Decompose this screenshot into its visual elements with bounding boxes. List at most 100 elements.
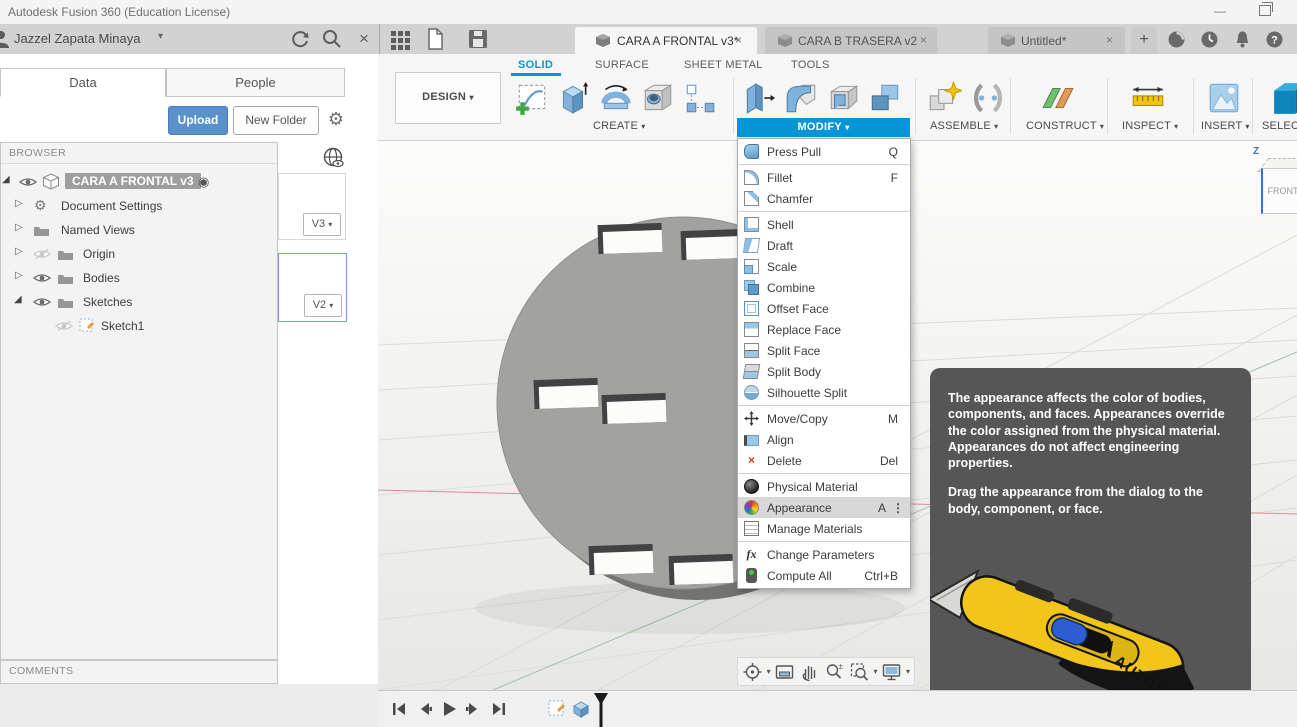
group-label-select[interactable]: SELECT ▾	[1262, 120, 1297, 132]
file-card-selected[interactable]: V2 ▾	[278, 253, 347, 322]
app-grid-icon[interactable]	[388, 27, 412, 51]
restore-button[interactable]	[1259, 2, 1273, 16]
menu-item-physical-material[interactable]: Physical Material	[738, 476, 910, 497]
close-search-icon[interactable]: ×	[352, 27, 376, 51]
revolve-icon[interactable]	[598, 80, 634, 116]
tree-expanded-icon[interactable]: ◢	[2, 174, 10, 185]
close-tab-icon[interactable]: ×	[920, 33, 927, 47]
eye-visible-icon[interactable]	[19, 176, 37, 188]
menu-item-manage-materials[interactable]: Manage Materials	[738, 518, 910, 539]
combine-large-icon[interactable]	[867, 80, 903, 116]
menu-item-scale[interactable]: Scale	[738, 256, 910, 277]
insert-image-icon[interactable]	[1206, 80, 1242, 116]
menu-item-combine[interactable]: Combine	[738, 277, 910, 298]
ribbon-tab-surface[interactable]: SURFACE	[595, 59, 649, 71]
data-settings-gear-icon[interactable]: ⚙	[324, 106, 348, 132]
display-settings-icon[interactable]	[881, 662, 902, 682]
zoom-window-icon[interactable]	[849, 662, 870, 682]
timeline-step-forward-icon[interactable]	[464, 700, 482, 718]
group-label-assemble[interactable]: ASSEMBLE ▾	[930, 120, 998, 132]
extrude-icon[interactable]	[556, 80, 592, 116]
group-header-modify[interactable]: MODIFY ▾	[737, 118, 910, 137]
viewcube-front-face[interactable]: FRONT	[1261, 168, 1297, 214]
search-icon[interactable]	[320, 27, 344, 51]
fillet-large-icon[interactable]	[783, 80, 819, 116]
eye-visible-icon[interactable]	[33, 296, 51, 308]
job-status-clock-icon[interactable]	[1200, 30, 1219, 49]
menu-item-replace-face[interactable]: Replace Face	[738, 319, 910, 340]
menu-item-shell[interactable]: Shell	[738, 214, 910, 235]
zoom-icon[interactable]: ±	[824, 662, 845, 682]
group-label-create[interactable]: CREATE ▾	[593, 120, 646, 132]
close-tab-icon[interactable]: ×	[735, 33, 742, 47]
menu-item-draft[interactable]: Draft	[738, 235, 910, 256]
browser-row-bodies[interactable]: ▷ Bodies	[1, 266, 277, 290]
user-menu[interactable]: Jazzel Zapata Minaya	[14, 31, 140, 46]
zoom-window-chevron-icon[interactable]: ▾	[873, 667, 877, 676]
workspace-selector[interactable]: DESIGN ▾	[395, 72, 501, 124]
activate-component-icon[interactable]: ◉	[198, 174, 209, 190]
browser-row-document-settings[interactable]: ▷ ⚙ Document Settings	[1, 194, 277, 218]
menu-item-offset-face[interactable]: Offset Face	[738, 298, 910, 319]
group-label-construct[interactable]: CONSTRUCT ▾	[1026, 120, 1104, 132]
file-card[interactable]: V3 ▾	[278, 173, 346, 240]
ribbon-tab-tools[interactable]: TOOLS	[791, 59, 830, 71]
document-tab-cara-a-frontal[interactable]: CARA A FRONTAL v3* ×	[575, 27, 757, 54]
overflow-menu-icon[interactable]: ⋮	[892, 501, 904, 515]
timeline-play-icon[interactable]	[440, 700, 458, 718]
construct-plane-icon[interactable]	[1040, 80, 1076, 116]
notifications-bell-icon[interactable]	[1233, 30, 1252, 49]
comments-header[interactable]: COMMENTS	[1, 661, 277, 681]
save-icon[interactable]	[466, 27, 490, 51]
timeline-skip-end-icon[interactable]	[490, 700, 508, 718]
select-icon[interactable]	[1272, 80, 1297, 116]
upload-button[interactable]: Upload	[168, 106, 228, 135]
ribbon-tab-sheet-metal[interactable]: SHEET METAL	[684, 59, 763, 71]
view-cube[interactable]: Z FRONT	[1253, 146, 1297, 218]
menu-item-chamfer[interactable]: Chamfer	[738, 188, 910, 209]
menu-item-press-pull[interactable]: Press Pull Q	[738, 141, 910, 162]
user-chevron-icon[interactable]: ▾	[158, 31, 163, 42]
pattern-icon[interactable]	[682, 80, 718, 116]
new-tab-button[interactable]: +	[1131, 27, 1157, 54]
eye-visible-icon[interactable]	[33, 272, 51, 284]
menu-item-change-parameters[interactable]: fx Change Parameters	[738, 544, 910, 565]
extensions-icon[interactable]	[1167, 30, 1186, 49]
document-tab-untitled[interactable]: Untitled* ×	[988, 27, 1125, 54]
menu-item-fillet[interactable]: Fillet F	[738, 167, 910, 188]
shell-large-icon[interactable]	[825, 80, 861, 116]
browser-row-origin[interactable]: ▷ Origin	[1, 242, 277, 266]
measure-icon[interactable]	[1130, 80, 1166, 116]
browser-row-sketches[interactable]: ◢ Sketches	[1, 290, 277, 314]
tree-collapsed-icon[interactable]: ▷	[15, 198, 23, 209]
menu-item-compute-all[interactable]: Compute All Ctrl+B	[738, 565, 910, 586]
help-icon[interactable]: ?	[1265, 30, 1284, 49]
minimize-button[interactable]: —	[1205, 4, 1235, 20]
create-sketch-icon[interactable]	[514, 80, 550, 116]
eye-hidden-icon[interactable]	[33, 248, 51, 260]
browser-root-label[interactable]: CARA A FRONTAL v3	[65, 173, 201, 189]
project-visibility-globe-icon[interactable]	[322, 146, 346, 170]
orbit-chevron-icon[interactable]: ▾	[767, 667, 771, 676]
ribbon-tab-solid[interactable]: SOLID	[518, 59, 553, 71]
version-dropdown[interactable]: V3 ▾	[303, 213, 341, 236]
menu-item-appearance[interactable]: Appearance A ⋮	[738, 497, 910, 518]
menu-item-silhouette-split[interactable]: Silhouette Split	[738, 382, 910, 403]
menu-item-move-copy[interactable]: Move/Copy M	[738, 408, 910, 429]
document-tab-cara-b-trasera[interactable]: CARA B TRASERA v2 ×	[765, 27, 937, 54]
hole-icon[interactable]	[640, 80, 676, 116]
tab-data[interactable]: Data	[0, 68, 166, 97]
browser-header[interactable]: BROWSER	[1, 143, 277, 164]
browser-row-root[interactable]: ◢ CARA A FRONTAL v3 ◉	[1, 170, 277, 194]
menu-item-delete[interactable]: × Delete Del	[738, 450, 910, 471]
tree-collapsed-icon[interactable]: ▷	[15, 222, 23, 233]
group-label-insert[interactable]: INSERT ▾	[1201, 120, 1250, 132]
browser-row-named-views[interactable]: ▷ Named Views	[1, 218, 277, 242]
pan-hand-icon[interactable]	[799, 662, 820, 682]
new-component-icon[interactable]	[926, 80, 962, 116]
timeline-sketch-feature-icon[interactable]	[548, 700, 566, 718]
joint-icon[interactable]	[970, 80, 1006, 116]
menu-item-align[interactable]: Align	[738, 429, 910, 450]
press-pull-large-icon[interactable]	[741, 80, 777, 116]
refresh-icon[interactable]	[288, 27, 312, 51]
